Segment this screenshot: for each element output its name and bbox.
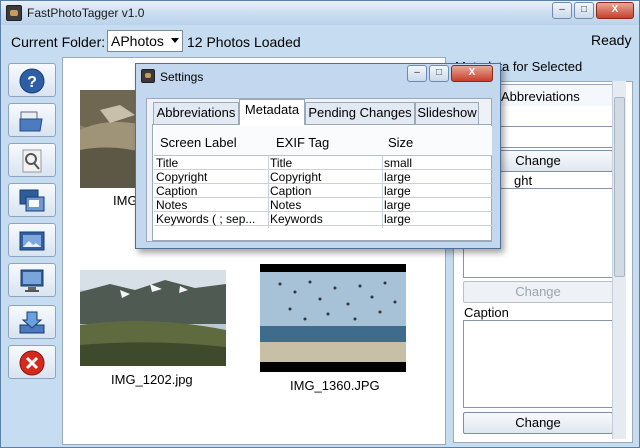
dialog-close-button[interactable]: X (451, 65, 493, 82)
settings-dialog: Settings – □ X Abbreviations Metadata Pe… (135, 63, 501, 249)
table-cell: large (384, 198, 411, 212)
photo-filename-3: IMG_1360.JPG (290, 378, 380, 393)
svg-text:?: ? (27, 74, 37, 91)
scrollbar-thumb[interactable] (614, 97, 625, 277)
current-folder-label: Current Folder: (11, 34, 106, 50)
exit-button[interactable] (8, 345, 56, 379)
app-icon (6, 5, 22, 21)
photo-filename-2: IMG_1202.jpg (111, 372, 193, 387)
table-cell: Caption (156, 184, 198, 198)
table-cell: large (384, 184, 411, 198)
column-header-screen-label[interactable]: Screen Label (160, 135, 237, 150)
search-icon (22, 149, 42, 173)
table-cell: Notes (156, 198, 188, 212)
change-copyright-button[interactable]: Change (463, 281, 613, 303)
table-cell: large (384, 170, 411, 184)
settings-dialog-title: Settings (160, 70, 204, 84)
table-cell: Title (270, 156, 293, 170)
folder-dropdown-value: APhotos (111, 33, 164, 49)
table-cell: Keywords ( ; sep... (156, 212, 256, 226)
close-button[interactable]: X (596, 2, 634, 19)
table-header: Screen Label EXIF Tag Size (154, 126, 492, 156)
image-button[interactable] (8, 223, 56, 257)
slideshow-icon (19, 189, 45, 212)
chevron-down-icon (171, 38, 179, 43)
caption-field[interactable] (463, 320, 613, 408)
table-row[interactable]: Copyright Copyright large (154, 170, 492, 184)
tab-slideshow[interactable]: Slideshow (415, 102, 479, 124)
photo-thumbnail-3[interactable] (260, 264, 406, 372)
copyright-label: ght (514, 173, 533, 188)
table-cell: Notes (270, 198, 302, 212)
monitor-icon (20, 269, 44, 292)
tab-metadata[interactable]: Metadata (239, 99, 305, 125)
photo-thumbnail-2[interactable] (80, 270, 226, 366)
table-row[interactable]: Keywords ( ; sep... Keywords large (154, 212, 492, 226)
table-cell: Caption (270, 184, 312, 198)
tab-pending-changes[interactable]: Pending Changes (305, 102, 415, 124)
title-bar: FastPhotoTagger v1.0 – □ X (1, 1, 639, 25)
column-header-size[interactable]: Size (388, 135, 413, 150)
metadata-scrollbar[interactable] (612, 81, 626, 439)
tab-abbreviations[interactable]: Abbreviations (153, 102, 239, 124)
table-row[interactable]: Notes Notes large (154, 198, 492, 212)
help-button[interactable]: ? (8, 63, 56, 97)
slideshow-button[interactable] (8, 183, 56, 217)
table-cell: Keywords (270, 212, 323, 226)
maximize-button[interactable]: □ (574, 2, 594, 19)
metadata-tab-page: Screen Label EXIF Tag Size Title Title s… (152, 124, 492, 241)
search-button[interactable] (8, 143, 56, 177)
minimize-button[interactable]: – (552, 2, 572, 19)
table-row[interactable]: Title Title small (154, 156, 492, 170)
image-icon (19, 231, 45, 251)
table-cell: large (384, 212, 411, 226)
photos-loaded-count: 12 Photos Loaded (187, 34, 301, 50)
window-title: FastPhotoTagger v1.0 (27, 6, 145, 20)
open-folder-button[interactable] (8, 103, 56, 137)
folder-dropdown[interactable]: APhotos (107, 30, 183, 52)
column-header-exif-tag[interactable]: EXIF Tag (276, 135, 329, 150)
table-cell: Copyright (270, 170, 322, 184)
table-cell: Title (156, 156, 179, 170)
dialog-minimize-button[interactable]: – (407, 65, 427, 82)
dialog-maximize-button[interactable]: □ (429, 65, 449, 82)
dialog-app-icon (141, 69, 155, 83)
monitor-button[interactable] (8, 263, 56, 297)
exit-icon (19, 350, 45, 376)
table-row[interactable]: Caption Caption large (154, 184, 492, 198)
change-caption-button[interactable]: Change (463, 412, 613, 434)
export-icon (19, 311, 45, 334)
status-text: Ready (591, 32, 632, 48)
caption-label: Caption (464, 305, 509, 320)
help-icon: ? (19, 68, 45, 94)
export-button[interactable] (8, 305, 56, 339)
table-cell: Copyright (156, 170, 208, 184)
table-cell: small (384, 156, 413, 170)
open-folder-icon (19, 111, 43, 132)
